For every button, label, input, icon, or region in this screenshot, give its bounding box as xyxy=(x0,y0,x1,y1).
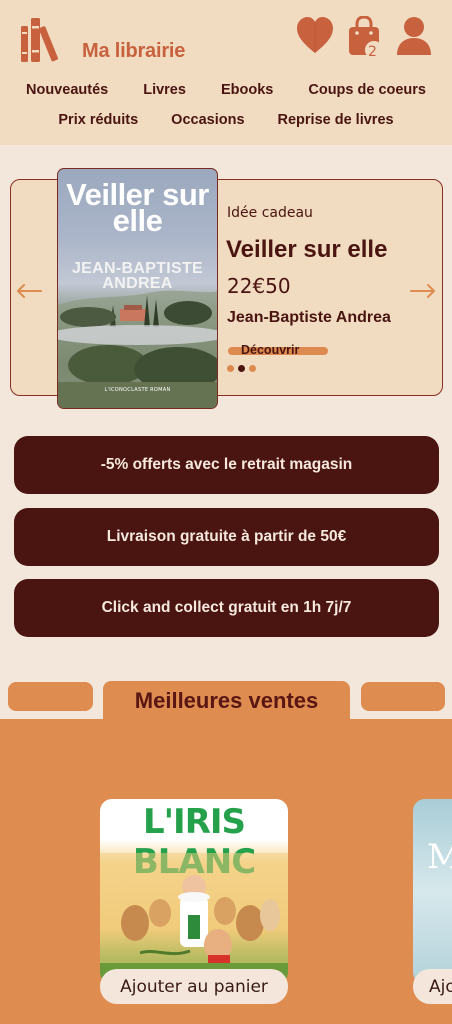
promo-title[interactable]: Veiller sur elle xyxy=(226,236,387,264)
cart-button[interactable]: 2 xyxy=(346,16,384,60)
comic-illustration xyxy=(100,853,288,984)
product-cover-title: M xyxy=(427,837,452,877)
carousel-dot[interactable] xyxy=(249,365,256,372)
product-card: M Ajouter au panier xyxy=(413,799,452,1004)
cover-publisher: L'ICONOCLASTE ROMAN xyxy=(104,387,171,393)
books-icon xyxy=(21,18,58,62)
shopping-bag-icon xyxy=(349,16,383,58)
promo-author[interactable]: Jean-Baptiste Andrea xyxy=(227,309,391,327)
header-actions: 2 xyxy=(296,16,434,60)
nav-item-reprise-de-livres[interactable]: Reprise de livres xyxy=(278,112,394,128)
discover-button-label: Découvrir xyxy=(241,343,300,357)
nav-item-prix-reduits[interactable]: Prix réduits xyxy=(58,112,138,128)
nav-item-livres[interactable]: Livres xyxy=(143,82,186,98)
product-cover[interactable]: M xyxy=(413,799,452,984)
cart-count-badge: 2 xyxy=(368,44,377,60)
nav-item-nouveautes[interactable]: Nouveautés xyxy=(26,82,108,98)
wishlist-button[interactable] xyxy=(296,16,334,58)
nav-item-coups-de-coeurs[interactable]: Coups de coeurs xyxy=(308,82,426,98)
promo-price: 22€50 xyxy=(227,274,291,298)
header: Ma librairie 2 Nouveautés Livres Ebooks … xyxy=(0,0,452,145)
info-pill-free-delivery[interactable]: Livraison gratuite à partir de 50€ xyxy=(14,508,439,566)
add-to-cart-button[interactable]: Ajouter au panier xyxy=(100,969,288,1004)
product-card: L'IRIS BLANC Ajouter au panier xyxy=(100,799,288,1004)
arrow-right-icon[interactable] xyxy=(410,284,436,298)
tab-previous[interactable] xyxy=(8,682,93,711)
info-pill-store-pickup[interactable]: -5% offerts avec le retrait magasin xyxy=(14,436,439,494)
main-nav-row-1: Nouveautés Livres Ebooks Coups de coeurs xyxy=(0,82,452,98)
cover-title: Veiller sur elle xyxy=(66,177,209,238)
arrow-left-icon[interactable] xyxy=(16,284,42,298)
carousel-dot[interactable] xyxy=(227,365,234,372)
logo-text: Ma librairie xyxy=(82,40,186,62)
product-cover[interactable]: L'IRIS BLANC xyxy=(100,799,288,984)
tab-meilleures-ventes[interactable]: Meilleures ventes xyxy=(103,681,350,721)
discover-button[interactable]: Découvrir xyxy=(228,343,299,357)
nav-item-ebooks[interactable]: Ebooks xyxy=(221,82,273,98)
heart-icon xyxy=(297,17,333,53)
account-button[interactable] xyxy=(396,16,434,58)
user-icon xyxy=(397,17,431,55)
tab-next[interactable] xyxy=(361,682,445,711)
nav-item-occasions[interactable]: Occasions xyxy=(171,112,244,128)
info-pill-click-and-collect[interactable]: Click and collect gratuit en 1h 7j/7 xyxy=(14,579,439,637)
carousel-dot-active[interactable] xyxy=(238,365,245,372)
add-to-cart-button[interactable]: Ajouter au panier xyxy=(413,969,452,1004)
carousel-pagination xyxy=(227,365,256,372)
promo-tag: Idée cadeau xyxy=(227,205,313,221)
carousel-book-cover[interactable]: Veiller sur elle JEAN-BAPTISTE ANDREA L'… xyxy=(57,168,218,409)
tab-label: Meilleures ventes xyxy=(134,688,319,713)
main-nav-row-2: Prix réduits Occasions Reprise de livres xyxy=(0,112,452,128)
